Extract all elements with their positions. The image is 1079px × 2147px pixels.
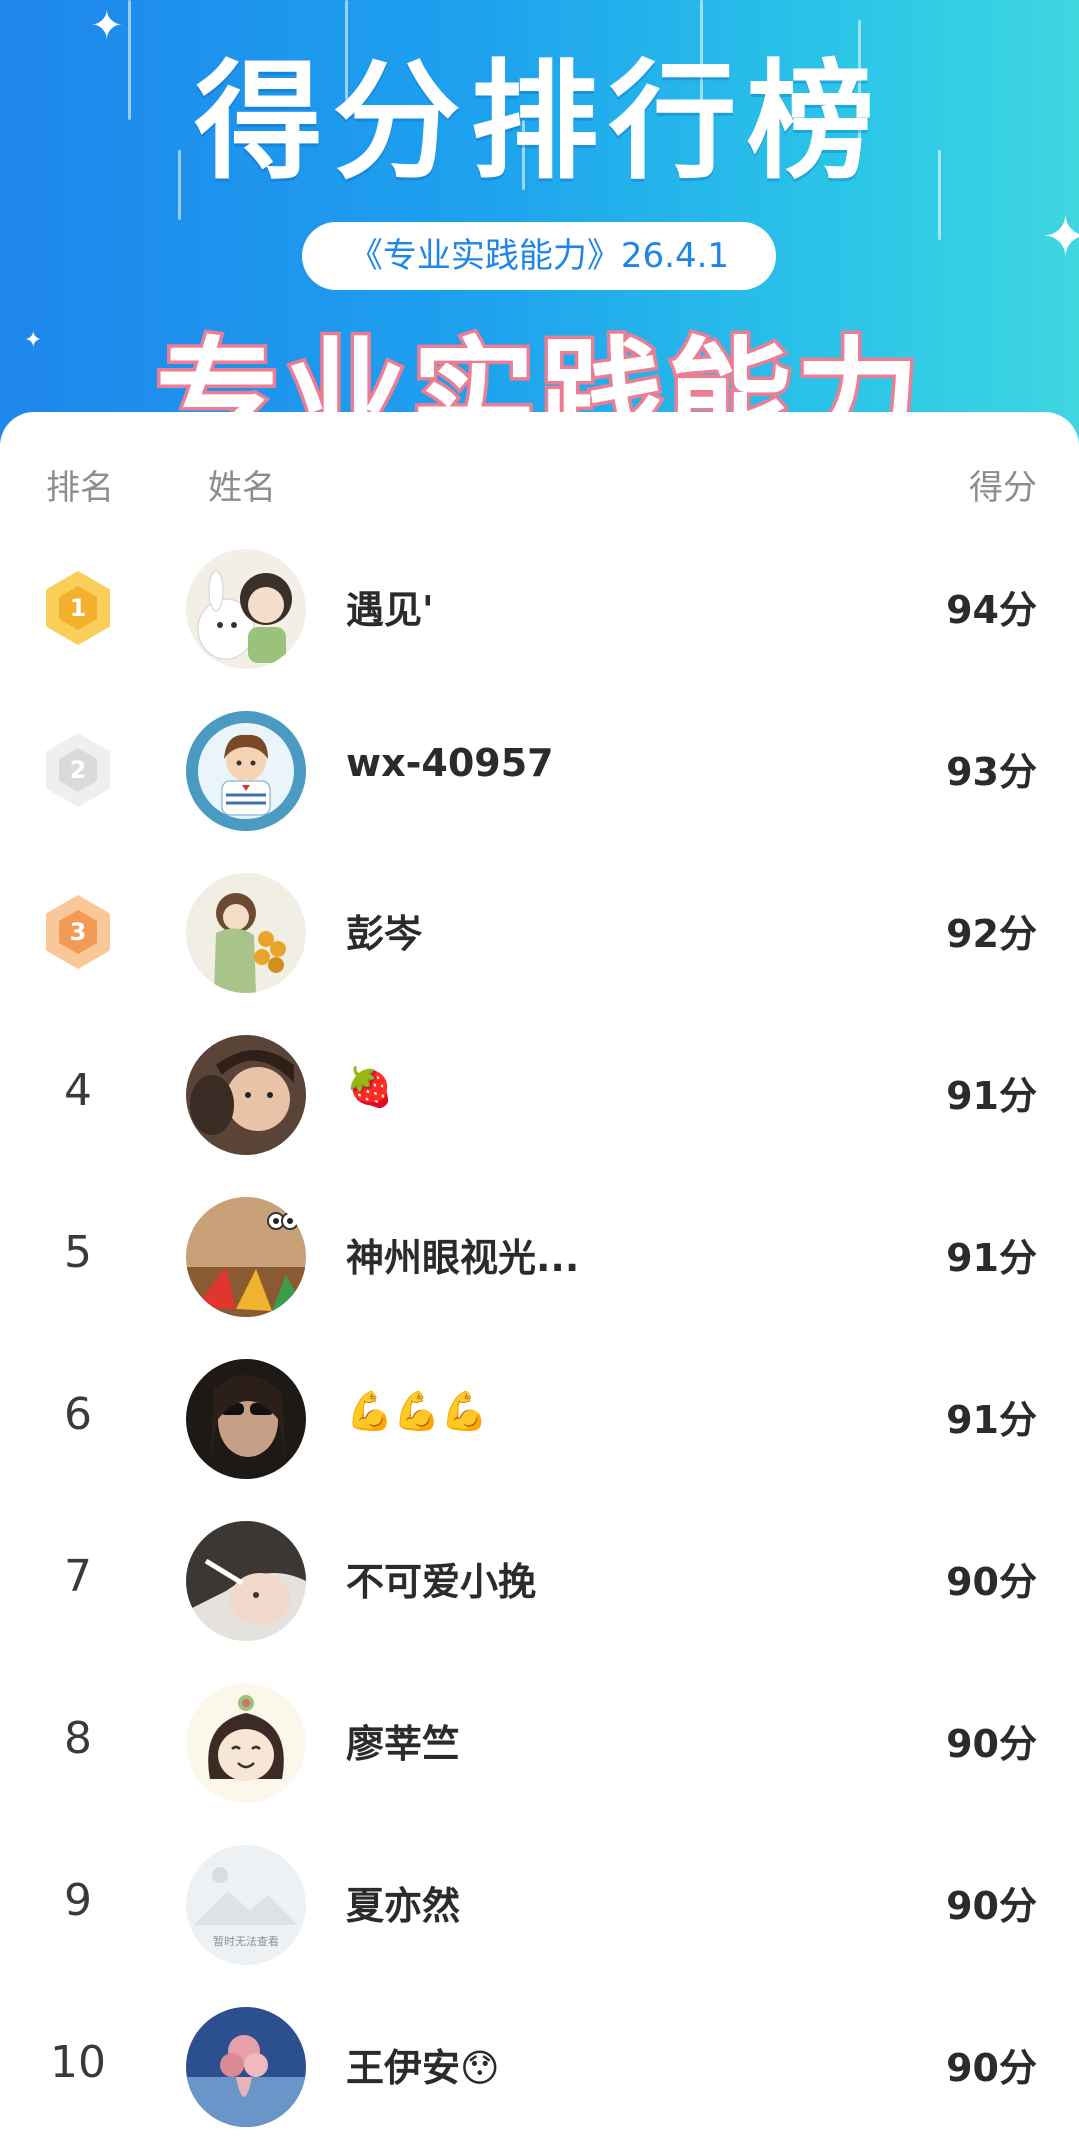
player-name: 🍓 [346, 1065, 394, 1109]
avatar[interactable] [186, 1035, 306, 1155]
silver-medal-icon: 2 [46, 733, 110, 807]
avatar[interactable] [186, 711, 306, 831]
player-name: 遇见' [346, 588, 434, 632]
rank-number: 7 [64, 1551, 92, 1602]
leaderboard-banner: ✦ ✦ ✦ 得分排行榜 《专业实践能力》26.4.1 专业实践能力 [0, 0, 1079, 470]
avatar[interactable] [186, 1197, 306, 1317]
player-score: 91分 [946, 1236, 1037, 1280]
player-score: 90分 [946, 1722, 1037, 1766]
player-name: 不可爱小挽 [346, 1560, 537, 1604]
leaderboard-row[interactable]: 9 暂时无法查看 夏亦然 90分 [0, 1823, 1079, 1985]
leaderboard-row[interactable]: 7 不可爱小挽 90分 [0, 1499, 1079, 1661]
leaderboard-row[interactable]: 2 wx-40957 93分 [0, 689, 1079, 851]
rank-number: 8 [64, 1713, 92, 1764]
player-name: wx-40957 [346, 741, 554, 785]
leaderboard-row[interactable]: 8 廖莘竺 90分 [0, 1661, 1079, 1823]
avatar[interactable] [186, 1521, 306, 1641]
avatar[interactable] [186, 549, 306, 669]
player-name: 神州眼视光... [346, 1236, 580, 1280]
player-name: 💪💪💪 [346, 1389, 488, 1433]
player-name: 夏亦然 [346, 1884, 461, 1928]
player-name: 廖莘竺 [346, 1722, 461, 1766]
rank-number: 1 [59, 586, 97, 630]
player-name: 彭岑 [346, 912, 423, 956]
player-score: 92分 [946, 912, 1037, 956]
player-score: 94分 [946, 588, 1037, 632]
player-score: 90分 [946, 1560, 1037, 1604]
rank-number: 2 [59, 748, 97, 792]
avatar[interactable] [186, 873, 306, 993]
player-name: 王伊安😯 [346, 2046, 500, 2090]
rank-number: 5 [64, 1227, 92, 1278]
rank-column-header: 排名 [46, 468, 114, 508]
player-score: 93分 [946, 750, 1037, 794]
gold-medal-icon: 1 [46, 571, 110, 645]
leaderboard-row[interactable]: 10 王伊安😯 90分 [0, 1985, 1079, 2147]
avatar[interactable] [186, 2007, 306, 2127]
leaderboard-title: 得分排行榜 [194, 48, 885, 197]
avatar[interactable] [186, 1359, 306, 1479]
rank-number: 4 [64, 1065, 92, 1116]
exam-name-pill: 《专业实践能力》26.4.1 [302, 222, 776, 290]
rank-number: 9 [64, 1875, 92, 1926]
leaderboard-row[interactable]: 4 🍓 91分 [0, 1013, 1079, 1175]
name-column-header: 姓名 [208, 468, 276, 508]
avatar[interactable] [186, 1683, 306, 1803]
leaderboard-row[interactable]: 1 遇见' 94分 [0, 527, 1079, 689]
leaderboard-row[interactable]: 5 神州眼视光... 91分 [0, 1175, 1079, 1337]
sparkle-icon: ✦ [1042, 205, 1079, 270]
leaderboard-row[interactable]: 3 彭岑 92分 [0, 851, 1079, 1013]
player-score: 91分 [946, 1074, 1037, 1118]
player-score: 90分 [946, 2046, 1037, 2090]
player-score: 90分 [946, 1884, 1037, 1928]
rank-number: 3 [59, 910, 97, 954]
bronze-medal-icon: 3 [46, 895, 110, 969]
rank-number: 6 [64, 1389, 92, 1440]
leaderboard-row[interactable]: 6 💪💪💪 91分 [0, 1337, 1079, 1499]
avatar-placeholder-text: 暂时无法查看 [213, 1935, 279, 1948]
player-score: 91分 [946, 1398, 1037, 1442]
unavailable-avatar[interactable]: 暂时无法查看 [186, 1845, 306, 1965]
rank-number: 10 [50, 2037, 106, 2088]
score-column-header: 得分 [969, 468, 1037, 508]
